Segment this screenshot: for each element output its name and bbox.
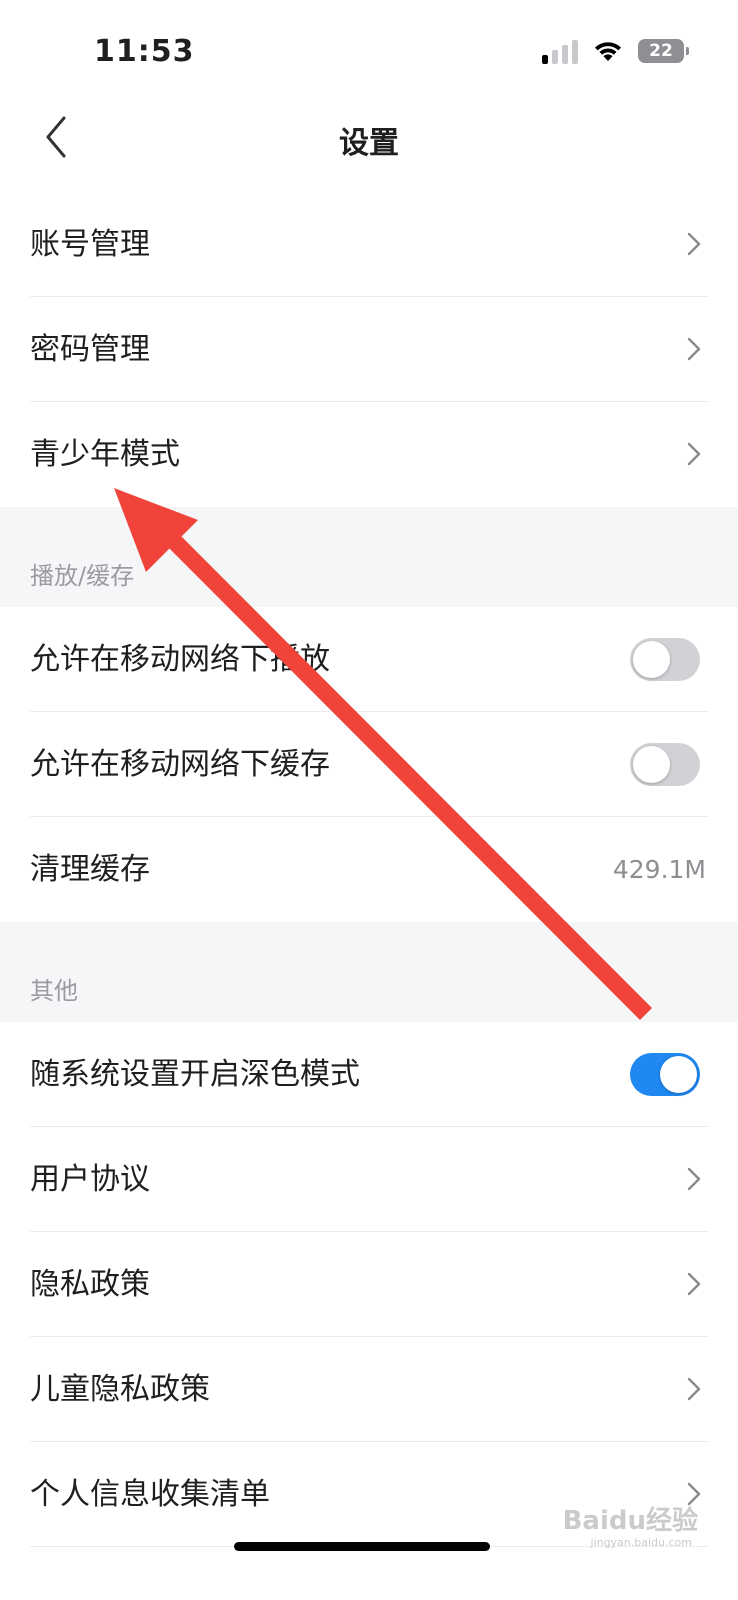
status-icons: 22: [542, 38, 689, 64]
dark-mode-toggle[interactable]: [630, 1053, 700, 1096]
chevron-right-icon: [687, 1377, 701, 1401]
battery-level: 22: [649, 41, 673, 61]
row-label: 青少年模式: [30, 437, 180, 472]
toggle-knob: [660, 1056, 697, 1093]
status-bar: 11:53 22: [0, 0, 738, 100]
row-privacy-policy[interactable]: 隐私政策: [0, 1232, 738, 1337]
mobile-playback-toggle[interactable]: [630, 638, 700, 681]
section-header-playback: 播放/缓存: [0, 507, 738, 607]
cache-size-value: 429.1M: [612, 855, 706, 884]
row-child-privacy-policy[interactable]: 儿童隐私政策: [0, 1337, 738, 1442]
page-title: 设置: [339, 126, 399, 161]
watermark-url: jingyan.baidu.com: [590, 1536, 692, 1549]
wifi-icon: [595, 42, 621, 61]
row-label: 随系统设置开启深色模式: [30, 1057, 360, 1092]
section-header-other: 其他: [0, 922, 738, 1022]
row-label: 密码管理: [30, 332, 150, 367]
battery-icon: 22: [638, 39, 689, 63]
chevron-right-icon: [687, 1272, 701, 1296]
row-clear-cache[interactable]: 清理缓存 429.1M: [0, 817, 738, 922]
status-time: 11:53: [94, 34, 195, 69]
row-user-agreement[interactable]: 用户协议: [0, 1127, 738, 1232]
toggle-knob: [633, 641, 670, 678]
row-label: 隐私政策: [30, 1267, 150, 1302]
row-label: 账号管理: [30, 227, 150, 262]
row-label: 允许在移动网络下缓存: [30, 747, 330, 782]
row-label: 清理缓存: [30, 852, 150, 887]
row-account-management[interactable]: 账号管理: [0, 192, 738, 297]
row-label: 个人信息收集清单: [30, 1477, 270, 1512]
mobile-cache-toggle[interactable]: [630, 743, 700, 786]
chevron-right-icon: [687, 442, 701, 466]
row-label: 允许在移动网络下播放: [30, 642, 330, 677]
row-mobile-cache: 允许在移动网络下缓存: [0, 712, 738, 817]
chevron-right-icon: [687, 337, 701, 361]
row-label: 用户协议: [30, 1162, 150, 1197]
home-indicator[interactable]: [234, 1542, 490, 1551]
row-youth-mode[interactable]: 青少年模式: [0, 402, 738, 507]
row-dark-mode: 随系统设置开启深色模式: [0, 1022, 738, 1127]
row-mobile-playback: 允许在移动网络下播放: [0, 607, 738, 712]
cellular-signal-icon: [542, 38, 578, 64]
row-password-management[interactable]: 密码管理: [0, 297, 738, 402]
watermark-logo: Baidu经验: [562, 1506, 698, 1536]
toggle-knob: [633, 746, 670, 783]
nav-bar: 设置: [0, 100, 738, 190]
row-label: 儿童隐私政策: [30, 1372, 210, 1407]
section-title: 其他: [30, 977, 78, 1005]
chevron-right-icon: [687, 232, 701, 256]
chevron-right-icon: [687, 1167, 701, 1191]
section-title: 播放/缓存: [30, 562, 135, 590]
